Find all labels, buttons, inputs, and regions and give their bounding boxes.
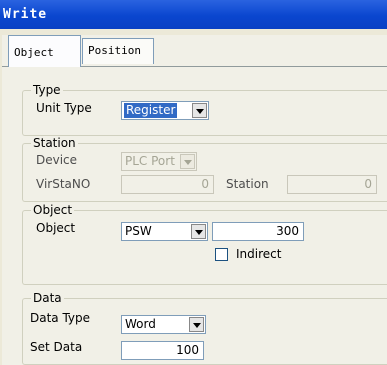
chevron-down-icon[interactable] [191,224,206,239]
type-group-legend: Type [31,83,63,97]
virstano-label: VirStaNO [36,177,91,191]
dialog-panel: Object Position Type Unit Type Register … [2,35,387,365]
data-group: Data Data Type Word Set Data 100 [22,291,387,365]
station-group-legend: Station [31,136,78,150]
object-address-field[interactable]: 300 [212,222,304,241]
device-value: PLC Port [125,154,175,168]
station-field[interactable]: 0 [287,175,377,194]
object-group: Object Object PSW 300 Indirect [22,203,387,285]
unit-type-label: Unit Type [36,101,92,115]
unit-type-select[interactable]: Register [121,101,209,120]
station-label: Station [226,177,269,191]
device-label: Device [36,153,78,167]
indirect-checkbox[interactable] [215,248,228,261]
tab-strip: Object Position [2,35,387,69]
set-data-field[interactable]: 100 [121,341,204,360]
object-value: PSW [125,224,152,238]
type-group: Type Unit Type Register [22,83,387,136]
chevron-down-icon[interactable] [180,154,195,169]
object-group-legend: Object [31,203,75,217]
tab-object[interactable]: Object [8,35,81,67]
object-select[interactable]: PSW [121,222,208,241]
device-select[interactable]: PLC Port [121,152,197,171]
object-label: Object [36,221,76,235]
station-group: Station Device PLC Port VirStaNO 0 Stati… [22,136,387,202]
data-type-label: Data Type [30,311,91,325]
unit-type-value: Register [124,103,178,118]
window-title: Write [0,0,387,29]
data-group-legend: Data [31,291,64,305]
chevron-down-icon[interactable] [192,103,207,118]
data-type-value: Word [125,317,156,331]
chevron-down-icon[interactable] [189,317,204,332]
indirect-label[interactable]: Indirect [236,247,281,261]
set-data-label: Set Data [30,340,83,354]
virstano-field[interactable]: 0 [121,175,214,194]
tab-position[interactable]: Position [82,38,154,64]
data-type-select[interactable]: Word [121,315,206,334]
